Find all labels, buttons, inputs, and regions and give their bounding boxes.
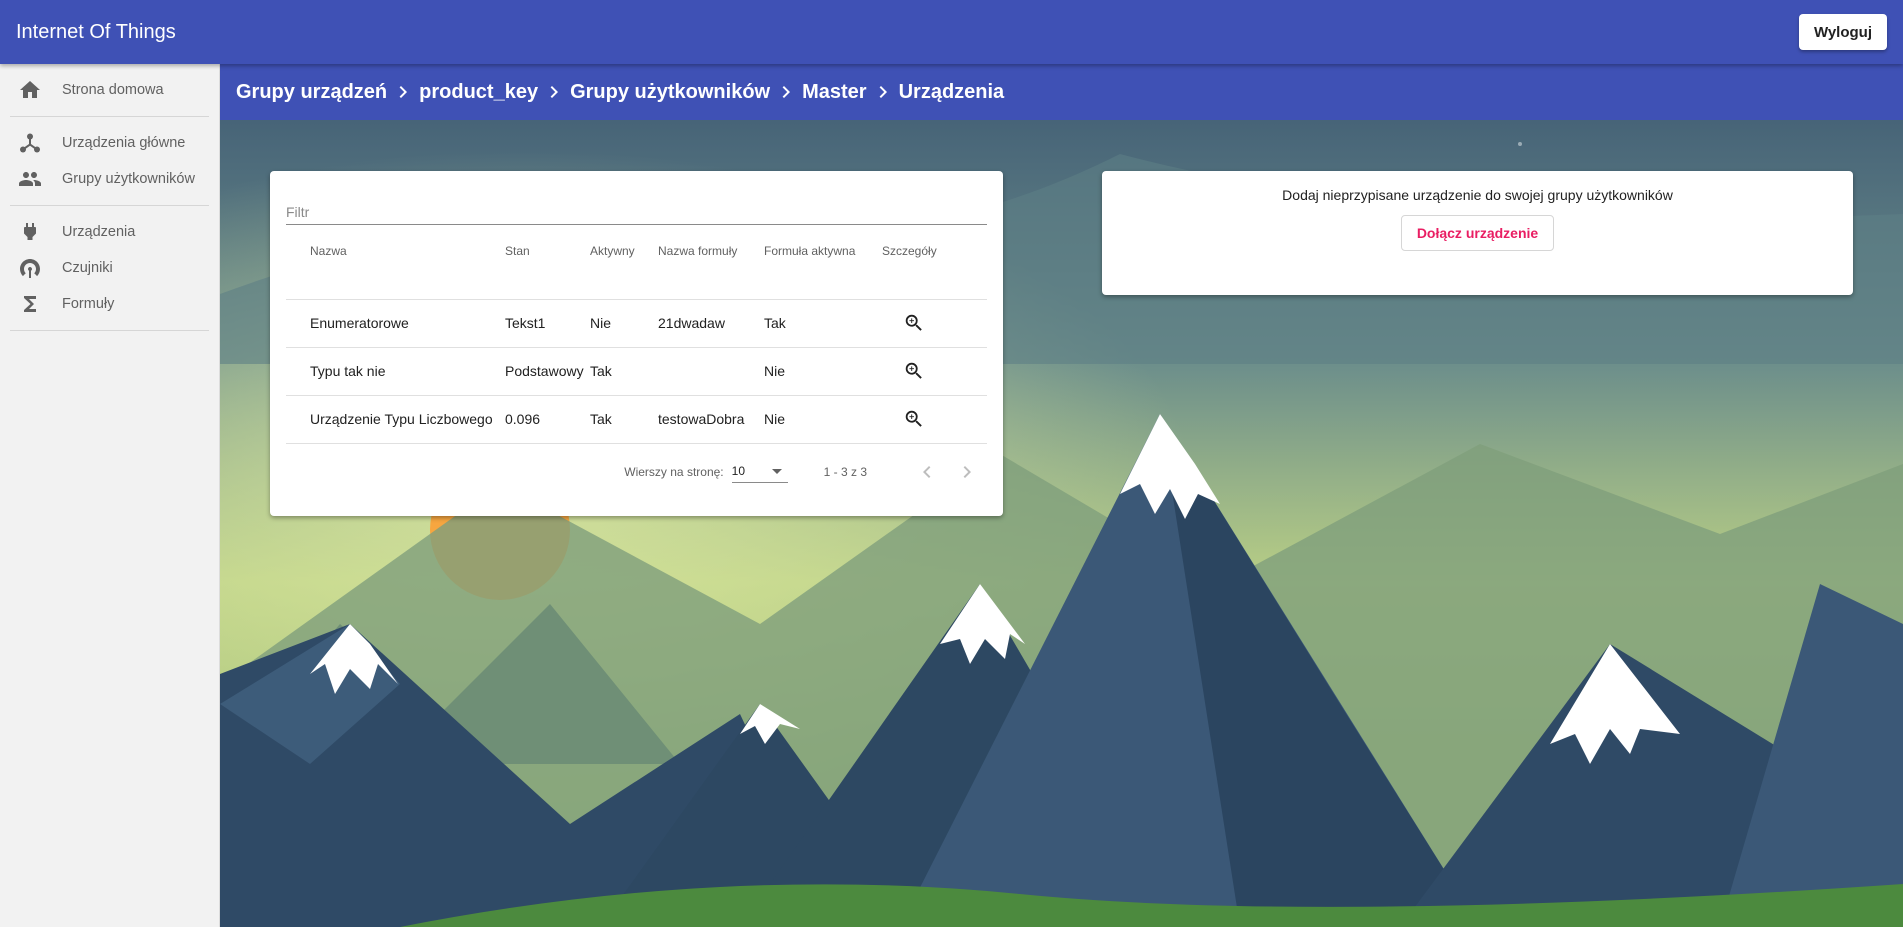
home-icon [20, 81, 40, 98]
hub-icon [20, 133, 40, 153]
app-toolbar: Internet Of Things Wyloguj [0, 0, 1903, 64]
column-header-state[interactable]: Stan [505, 225, 590, 300]
devices-table: Nazwa Stan Aktywny Nazwa formuły Formuła… [286, 225, 987, 444]
people-icon [19, 172, 41, 186]
chevron-right-icon [782, 86, 791, 98]
plug-icon [24, 223, 36, 240]
breadcrumb-device-groups[interactable]: Grupy urządzeń [236, 81, 387, 104]
cell-active: Tak [590, 347, 658, 396]
column-header-formula-active[interactable]: Formuła aktywna [764, 225, 882, 300]
table-row: Typu tak nie Podstawowy Tak Nie [286, 347, 987, 396]
sidebar-item-devices[interactable]: Urządzenia [10, 214, 209, 250]
sidebar-item-label: Strona domowa [62, 82, 164, 98]
page-size-value: 10 [731, 464, 745, 478]
previous-page-button[interactable] [907, 452, 947, 492]
column-header-name[interactable]: Nazwa [286, 225, 505, 300]
sidebar-item-label: Urządzenia [62, 224, 136, 240]
cell-state: Tekst1 [505, 299, 590, 348]
breadcrumb-devices: Urządzenia [898, 80, 1005, 103]
cell-state: 0.096 [505, 395, 590, 444]
antenna-icon [20, 259, 40, 278]
breadcrumb-user-groups[interactable]: Grupy użytkowników [570, 81, 770, 104]
sidebar-item-label: Czujniki [62, 260, 113, 276]
chevron-right-icon [550, 86, 559, 98]
cell-state: Podstawowy [505, 347, 590, 396]
add-device-description: Dodaj nieprzypisane urządzenie do swojej… [1282, 187, 1673, 203]
cell-formula-name: 21dwadaw [658, 299, 764, 348]
paginator: Wierszy na stronę: 10 1 - 3 z 3 [286, 444, 987, 500]
breadcrumb-product-key[interactable]: product_key [419, 81, 538, 104]
page-size-select[interactable]: 10 [731, 461, 788, 483]
cell-active: Nie [590, 299, 658, 348]
sigma-icon [24, 296, 36, 312]
cell-active: Tak [590, 395, 658, 444]
cell-formula-active: Nie [764, 395, 882, 444]
cell-details [882, 395, 987, 444]
table-row: Urządzenie Typu Liczbowego 0.096 Tak tes… [286, 395, 987, 444]
attach-device-button[interactable]: Dołącz urządzenie [1400, 215, 1555, 251]
caret-down-icon [771, 468, 782, 474]
column-header-active[interactable]: Aktywny [590, 225, 658, 300]
rows-per-page-label: Wierszy na stronę: [624, 464, 724, 479]
sidebar-item-label: Grupy użytkowników [62, 171, 195, 187]
zoom-in-icon[interactable] [903, 408, 925, 430]
column-header-details: Szczegóły [882, 225, 987, 300]
breadcrumb: Grupy urządzeń product_key Grupy użytkow… [220, 64, 1903, 120]
cell-name: Typu tak nie [286, 347, 505, 396]
main-content: Grupy urządzeń product_key Grupy użytkow… [220, 64, 1903, 927]
add-device-card: Dodaj nieprzypisane urządzenie do swojej… [1102, 171, 1853, 295]
next-page-button[interactable] [947, 452, 987, 492]
cell-details [882, 347, 987, 396]
cell-name: Enumeratorowe [286, 299, 505, 348]
zoom-in-icon[interactable] [903, 312, 925, 334]
app-title: Internet Of Things [16, 20, 176, 43]
cell-formula-name [658, 347, 764, 396]
sidebar-item-label: Urządzenia główne [62, 135, 186, 151]
cell-formula-active: Nie [764, 347, 882, 396]
table-header-row: Nazwa Stan Aktywny Nazwa formuły Formuła… [286, 225, 987, 300]
devices-table-card: Nazwa Stan Aktywny Nazwa formuły Formuła… [270, 171, 1003, 516]
chevron-right-icon [879, 86, 887, 98]
sidebar-item-user-groups[interactable]: Grupy użytkowników [10, 161, 209, 197]
breadcrumb-master[interactable]: Master [802, 81, 866, 104]
chevron-right-icon [963, 465, 971, 478]
sidebar-item-sensors[interactable]: Czujniki [10, 250, 209, 286]
chevron-right-icon [399, 86, 408, 98]
sidebar-item-main-devices[interactable]: Urządzenia główne [10, 125, 209, 161]
column-header-formula-name[interactable]: Nazwa formuły [658, 225, 764, 300]
nav-group-home: Strona domowa [10, 64, 209, 117]
logout-button[interactable]: Wyloguj [1798, 14, 1887, 50]
filter-input[interactable] [286, 204, 987, 220]
page-range-label: 1 - 3 z 3 [823, 464, 867, 479]
nav-group-resources: Urządzenia Czujniki Formuły [10, 206, 209, 331]
nav-group-main: Urządzenia główne Grupy użytkowników [10, 117, 209, 206]
cell-formula-name: testowaDobra [658, 395, 764, 444]
chevron-left-icon [923, 465, 931, 478]
sidebar-item-home[interactable]: Strona domowa [10, 72, 209, 108]
table-row: Enumeratorowe Tekst1 Nie 21dwadaw Tak [286, 299, 987, 348]
cell-details [882, 299, 987, 348]
sidebar: Strona domowa Urządzenia główne Grupy uż… [0, 64, 220, 927]
sidebar-item-formulas[interactable]: Formuły [10, 286, 209, 322]
cell-formula-active: Tak [764, 299, 882, 348]
cell-name: Urządzenie Typu Liczbowego [286, 395, 505, 444]
zoom-in-icon[interactable] [903, 360, 925, 382]
filter-field [286, 171, 987, 225]
sidebar-item-label: Formuły [62, 296, 115, 312]
